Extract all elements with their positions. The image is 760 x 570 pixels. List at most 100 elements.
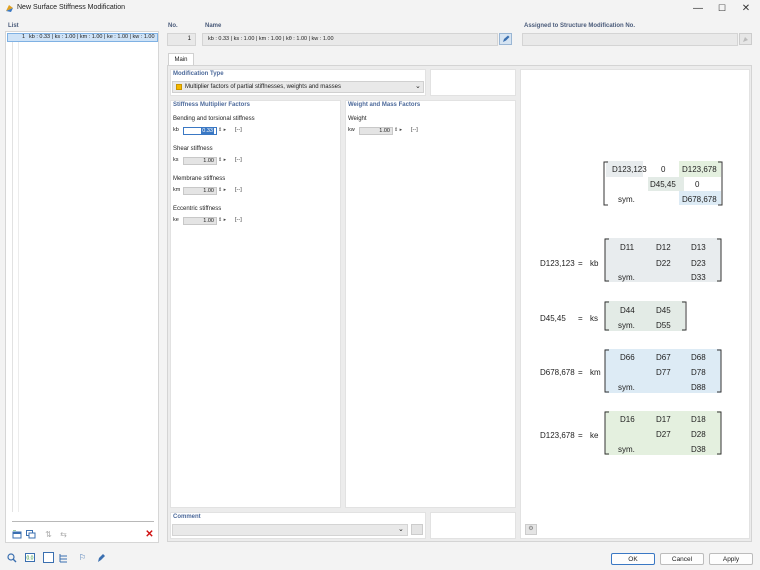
membrane-label: Membrane stiffness bbox=[173, 176, 226, 182]
tab-main[interactable]: Main bbox=[168, 53, 194, 65]
comment-library-icon[interactable] bbox=[411, 524, 423, 535]
renumber-icon[interactable]: ⇅ bbox=[43, 529, 54, 540]
sort-icon[interactable]: ⇆ bbox=[58, 529, 69, 540]
membrane-d77: D77 bbox=[656, 368, 671, 377]
info-icon[interactable] bbox=[95, 552, 106, 563]
delete-icon[interactable]: ✕ bbox=[144, 529, 155, 540]
list-item-number: 1 bbox=[22, 34, 26, 40]
eccentric-lhs: D123,678 bbox=[540, 431, 575, 440]
km-symbol: km bbox=[173, 187, 181, 193]
scrollbar[interactable] bbox=[12, 521, 154, 522]
ks-spinner[interactable]: ⇕ ▸ bbox=[218, 157, 226, 163]
shear-lhs: D45,45 bbox=[540, 314, 566, 323]
bending-sym: sym. bbox=[618, 273, 635, 282]
kb-spinner[interactable]: ⇕ ▸ bbox=[218, 127, 226, 133]
eccentric-eq: = bbox=[578, 431, 583, 440]
comment-chevron-icon[interactable]: ⌄ bbox=[398, 524, 404, 535]
list-view-icon[interactable] bbox=[58, 552, 69, 563]
kw-symbol: kw bbox=[348, 127, 355, 133]
eccentric-d28: D28 bbox=[691, 430, 706, 439]
membrane-lhs: D678,678 bbox=[540, 368, 575, 377]
bending-d23: D23 bbox=[691, 259, 706, 268]
eccentric-d18: D18 bbox=[691, 415, 706, 424]
membrane-d67: D67 bbox=[656, 353, 671, 362]
weight-panel bbox=[345, 100, 516, 508]
overall-d123678: D123,678 bbox=[682, 165, 717, 174]
overall-d123: D123,123 bbox=[612, 165, 647, 174]
ok-button[interactable]: OK bbox=[611, 553, 655, 565]
svg-text:0.0: 0.0 bbox=[26, 556, 33, 562]
assigned-field[interactable] bbox=[522, 33, 738, 46]
help-icon[interactable]: ⚐ bbox=[77, 552, 88, 563]
membrane-d68: D68 bbox=[691, 353, 706, 362]
ke-spinner[interactable]: ⇕ ▸ bbox=[218, 217, 226, 223]
eccentric-label: Eccentric stiffness bbox=[173, 206, 222, 212]
ke-unit: [--] bbox=[235, 217, 242, 223]
close-window-button[interactable]: ✕ bbox=[734, 0, 758, 17]
stiffness-matrix-diagram: D123,123 0 D123,678 D45,45 0 sym. D678,6… bbox=[540, 161, 723, 455]
overall-sym: sym. bbox=[618, 195, 635, 204]
km-spinner[interactable]: ⇕ ▸ bbox=[218, 187, 226, 193]
value-display-icon[interactable]: 0.0 bbox=[24, 552, 35, 563]
cancel-button[interactable]: Cancel bbox=[660, 553, 704, 565]
select-assigned-button[interactable] bbox=[739, 33, 752, 45]
bending-d22: D22 bbox=[656, 259, 671, 268]
list-item[interactable]: 1 kb : 0.33 | ks : 1.00 | km : 1.00 | ke… bbox=[7, 33, 158, 42]
bending-eq: = bbox=[578, 259, 583, 268]
modification-type-select[interactable]: Multiplier factors of partial stiffnesse… bbox=[172, 81, 424, 93]
copy-item-icon[interactable] bbox=[25, 529, 36, 540]
bending-d11: D11 bbox=[620, 243, 635, 252]
kw-input[interactable]: 1.00 bbox=[359, 127, 393, 135]
shear-d45: D45 bbox=[656, 306, 671, 315]
maximize-button[interactable]: ☐ bbox=[710, 0, 734, 17]
minimize-button[interactable]: — bbox=[686, 0, 710, 17]
stiffness-diagram-panel: D123,123 0 D123,678 D45,45 0 sym. D678,6… bbox=[520, 69, 750, 539]
shear-matrix-bg bbox=[605, 301, 685, 331]
kw-unit: [--] bbox=[411, 127, 418, 133]
kw-spinner[interactable]: ⇕ ▸ bbox=[394, 127, 402, 133]
membrane-d88: D88 bbox=[691, 383, 706, 392]
stiffness-header: Stiffness Multiplier Factors bbox=[173, 102, 251, 108]
shear-k: ks bbox=[590, 314, 598, 323]
no-label: No. bbox=[168, 23, 178, 29]
weight-label: Weight bbox=[348, 116, 367, 122]
bending-d33: D33 bbox=[691, 273, 706, 282]
eccentric-d38: D38 bbox=[691, 445, 706, 454]
ke-input[interactable]: 1.00 bbox=[183, 217, 217, 225]
shear-eq: = bbox=[578, 314, 583, 323]
overall-zero-2: 0 bbox=[695, 180, 700, 189]
new-item-icon[interactable] bbox=[11, 529, 22, 540]
list-panel: 1 kb : 0.33 | ks : 1.00 | km : 1.00 | ke… bbox=[5, 31, 159, 543]
eccentric-sym: sym. bbox=[618, 445, 635, 454]
no-field[interactable]: 1 bbox=[167, 33, 196, 46]
membrane-sym: sym. bbox=[618, 383, 635, 392]
comment-label: Comment bbox=[173, 514, 201, 520]
ks-input[interactable]: 1.00 bbox=[183, 157, 217, 165]
modification-type-value: Multiplier factors of partial stiffnesse… bbox=[185, 84, 341, 90]
ks-unit: [--] bbox=[235, 157, 242, 163]
tree-line bbox=[12, 42, 13, 512]
eccentric-d16: D16 bbox=[620, 415, 635, 424]
kb-value: 0.33 bbox=[201, 128, 214, 134]
diagram-options-icon[interactable]: ⚙ bbox=[525, 524, 537, 535]
membrane-d66: D66 bbox=[620, 353, 635, 362]
km-input[interactable]: 1.00 bbox=[183, 187, 217, 195]
comment-side-panel bbox=[430, 512, 516, 539]
search-icon[interactable] bbox=[6, 552, 17, 563]
shear-sym: sym. bbox=[618, 321, 635, 330]
name-field[interactable]: kb : 0.33 | ks : 1.00 | km : 1.00 | kθ :… bbox=[202, 33, 498, 46]
edit-name-button[interactable] bbox=[499, 33, 512, 45]
eccentric-k: ke bbox=[590, 431, 599, 440]
ke-symbol: ke bbox=[173, 217, 179, 223]
apply-button[interactable]: Apply bbox=[709, 553, 753, 565]
edit-icon bbox=[502, 35, 509, 42]
bending-d13: D13 bbox=[691, 243, 706, 252]
kb-input[interactable]: 0.33 bbox=[183, 127, 217, 135]
shear-label: Shear stiffness bbox=[173, 146, 213, 152]
comment-field[interactable] bbox=[172, 524, 408, 536]
bending-label: Bending and torsional stiffness bbox=[173, 116, 255, 122]
membrane-k: km bbox=[590, 368, 601, 377]
view-icon[interactable] bbox=[43, 552, 54, 563]
chevron-down-icon: ⌄ bbox=[415, 83, 421, 90]
type-swatch bbox=[176, 84, 182, 90]
